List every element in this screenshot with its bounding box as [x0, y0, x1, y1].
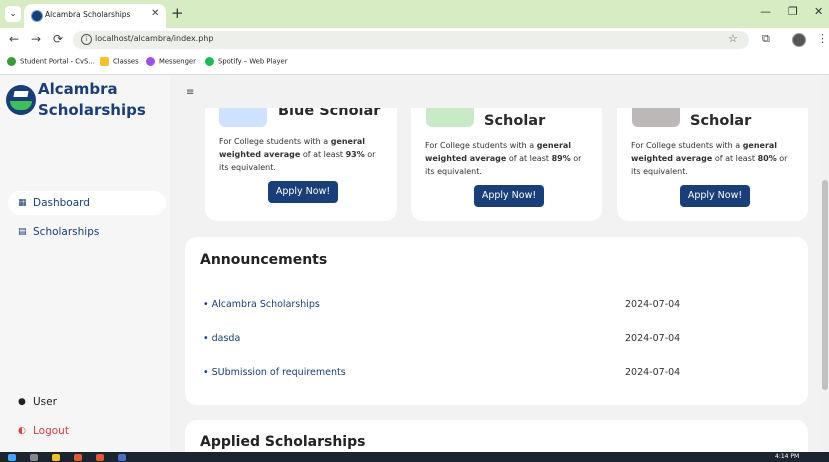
address-bar[interactable]: i localhost/alcambra/index.php ☆ [73, 31, 749, 49]
bookmarks-bar: Student Portal - CvS... Classes Messenge… [0, 52, 829, 75]
menu-icon[interactable]: ⋮ [817, 32, 828, 45]
chrome-active-icon[interactable] [96, 454, 104, 461]
start-icon[interactable] [8, 454, 16, 461]
search-icon[interactable] [30, 454, 38, 461]
student-portal-icon [7, 57, 16, 66]
minimize-button[interactable]: — [760, 5, 771, 18]
sidebar-item-dashboard[interactable]: ▦ Dashboard [8, 191, 166, 215]
forward-button[interactable]: → [31, 32, 41, 46]
back-button[interactable]: ← [9, 32, 19, 46]
sidebar-item-label: User [33, 396, 57, 408]
hamburger-menu-icon[interactable]: ≡ [186, 87, 194, 98]
browser-tab-strip: ⌄ Alcambra Scholarships ✕ + — ❐ ✕ [0, 0, 829, 28]
bookmark-spotify[interactable]: Spotify – Web Player [205, 57, 288, 66]
chrome-icon[interactable] [74, 454, 82, 461]
brand-logo [6, 85, 36, 115]
scholarship-description: For College students with a general weig… [425, 141, 582, 176]
favicon-icon [31, 10, 43, 22]
logout-icon: ◐ [18, 426, 26, 436]
sidebar-item-label: Scholarships [33, 226, 100, 238]
profile-avatar[interactable] [792, 33, 806, 47]
applied-scholarships-title: Applied Scholarships [200, 434, 366, 450]
scholarship-title: Scholar [690, 113, 752, 129]
vscode-icon[interactable] [118, 454, 126, 461]
site-info-icon[interactable]: i [81, 34, 92, 45]
scholarship-badge-icon [426, 107, 474, 127]
url-text[interactable]: localhost/alcambra/index.php [95, 34, 213, 43]
announcement-link[interactable]: • SUbmission of requirements [203, 367, 346, 378]
bookmark-student-portal[interactable]: Student Portal - CvS... [7, 57, 95, 66]
scholarship-card: Blue Scholar For College students with a… [205, 95, 397, 221]
announcement-link[interactable]: • Alcambra Scholarships [203, 299, 320, 310]
scholarship-description: For College students with a general weig… [219, 137, 376, 172]
scrollbar-thumb[interactable] [822, 180, 828, 390]
scholarship-card: Scholar For College students with a gene… [411, 95, 602, 221]
bookmark-star-icon[interactable]: ☆ [728, 32, 738, 45]
bookmark-messenger[interactable]: Messenger [146, 57, 196, 66]
sidebar-item-logout[interactable]: ◐ Logout [8, 419, 166, 443]
scholarships-icon: ▤ [18, 227, 27, 237]
user-icon: ● [18, 397, 26, 407]
scholarship-badge-icon [219, 107, 267, 127]
announcements-panel: Announcements • Alcambra Scholarships 20… [185, 237, 808, 405]
graduation-cap-icon [13, 91, 29, 97]
announcement-date: 2024-07-04 [625, 299, 681, 310]
restore-button[interactable]: ❐ [788, 5, 798, 18]
scholarship-title: Scholar [484, 113, 546, 129]
taskbar-clock[interactable]: 4:14 PM [775, 453, 799, 460]
messenger-icon [146, 57, 155, 66]
announcements-title: Announcements [200, 252, 328, 268]
dashboard-icon: ▦ [18, 198, 27, 208]
classes-icon [100, 57, 109, 66]
reload-button[interactable]: ⟳ [53, 32, 63, 46]
tab-title: Alcambra Scholarships [45, 10, 131, 19]
applied-scholarships-panel: Applied Scholarships [185, 420, 808, 452]
spotify-icon [205, 57, 214, 66]
close-window-button[interactable]: ✕ [814, 5, 823, 18]
sidebar-item-user[interactable]: ● User [8, 390, 166, 414]
sidebar-item-scholarships[interactable]: ▤ Scholarships [8, 220, 166, 244]
sidebar: Alcambra Scholarships ▦ Dashboard ▤ Scho… [0, 75, 170, 452]
os-taskbar: 4:14 PM [0, 452, 829, 462]
scholarship-badge-icon [632, 107, 680, 127]
extensions-icon[interactable]: ⧉ [762, 32, 770, 46]
announcement-link[interactable]: • dasda [203, 333, 240, 344]
scholarship-description: For College students with a general weig… [631, 141, 788, 176]
announcement-date: 2024-07-04 [625, 333, 681, 344]
scholarship-card: Scholar For College students with a gene… [617, 95, 808, 221]
sidebar-item-label: Logout [33, 425, 69, 437]
leaf-icon [10, 101, 32, 110]
browser-toolbar: ← → ⟳ i localhost/alcambra/index.php ☆ ⧉… [0, 28, 829, 52]
page-scrollbar[interactable] [821, 75, 829, 452]
new-tab-button[interactable]: + [171, 4, 184, 22]
apply-now-button[interactable]: Apply Now! [474, 185, 544, 207]
content-top-bar [170, 75, 821, 108]
tab-close-icon[interactable]: ✕ [151, 8, 159, 19]
announcement-date: 2024-07-04 [625, 367, 681, 378]
bookmark-classes[interactable]: Classes [100, 57, 139, 66]
browser-tab[interactable]: Alcambra Scholarships ✕ [24, 4, 166, 28]
apply-now-button[interactable]: Apply Now! [268, 181, 338, 203]
apply-now-button[interactable]: Apply Now! [680, 185, 750, 207]
file-explorer-icon[interactable] [52, 454, 60, 461]
brand-name: Alcambra Scholarships [38, 80, 146, 119]
tab-search-chevron-icon[interactable]: ⌄ [5, 6, 21, 22]
sidebar-item-label: Dashboard [33, 197, 90, 209]
